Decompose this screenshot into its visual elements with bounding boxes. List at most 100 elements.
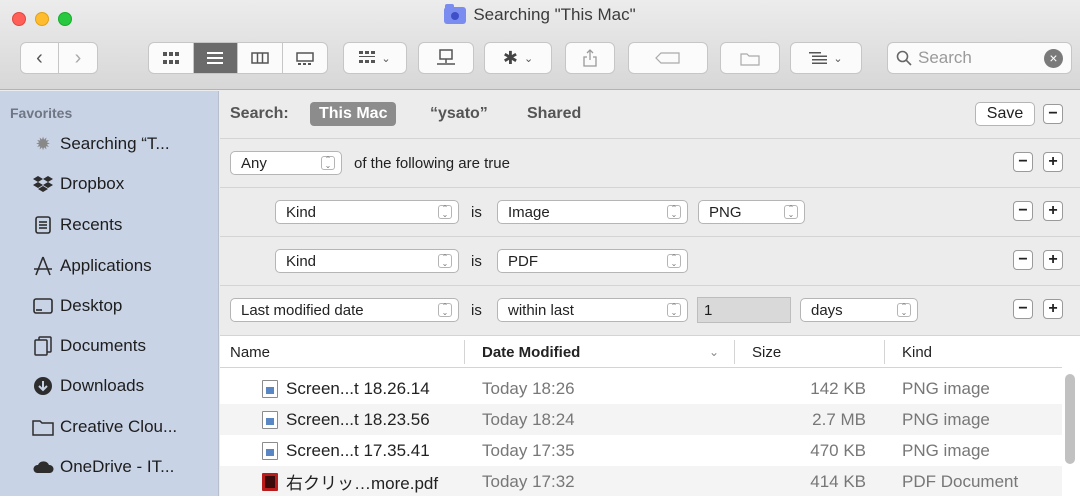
sidebar-item-onedrive[interactable]: OneDrive - IT... [32, 451, 174, 483]
search-input[interactable] [918, 48, 1036, 68]
file-name: Screen...t 17.35.41 [286, 440, 430, 460]
attribute-popup[interactable]: Last modified date ⌃ ⌄ [230, 298, 459, 322]
match-any-popup[interactable]: Any ⌃ ⌄ [230, 151, 342, 175]
remove-rule-button[interactable]: − [1013, 299, 1033, 319]
criteria-row-modified: Last modified date ⌃ ⌄ is within last ⌃ ⌄ … [220, 286, 1080, 336]
remove-search-button[interactable]: − [1043, 104, 1063, 124]
number-field[interactable]: 1 [697, 297, 791, 323]
column-view-button[interactable] [238, 43, 283, 73]
remove-rule-button[interactable]: − [1013, 250, 1033, 270]
downloads-icon [32, 375, 54, 397]
popup-arrows-icon: ⌃ ⌄ [667, 303, 681, 317]
group-button[interactable]: ⌄ [343, 42, 407, 74]
smart-folder-icon [444, 3, 467, 24]
add-rule-button[interactable]: + [1043, 299, 1063, 319]
kind-value: Image [508, 203, 550, 221]
save-button[interactable]: Save [975, 102, 1035, 126]
sidebar-item-downloads[interactable]: Downloads [32, 370, 144, 402]
sidebar: Favorites ✹ Searching “T... Dropbox Rece… [0, 91, 219, 496]
sidebar-item-applications[interactable]: Applications [32, 250, 152, 282]
column-header-size[interactable]: Size [752, 336, 781, 368]
tag-icon [655, 52, 680, 64]
cloud-icon [32, 456, 54, 478]
sidebar-item-desktop[interactable]: Desktop [32, 290, 122, 322]
scope-shared[interactable]: Shared [527, 105, 581, 123]
png-file-icon [262, 410, 278, 429]
remove-rule-button[interactable]: − [1013, 201, 1033, 221]
sidebar-item-searching[interactable]: ✹ Searching “T... [32, 128, 169, 160]
subkind-popup[interactable]: PNG ⌃ ⌄ [698, 200, 805, 224]
scope-user-folder[interactable]: “ysato” [430, 105, 488, 123]
popup-arrows-icon: ⌃ ⌄ [897, 303, 911, 317]
popup-arrows-icon: ⌃ ⌄ [321, 156, 335, 170]
sidebar-item-creative-cloud[interactable]: Creative Clou... [32, 411, 177, 443]
popup-arrows-icon: ⌃ ⌄ [667, 254, 681, 268]
png-file-icon [262, 441, 278, 460]
column-divider [464, 340, 465, 364]
chevron-left-icon: ‹ [36, 46, 43, 69]
popup-arrows-icon: ⌃ ⌄ [784, 205, 798, 219]
view-mode-control [148, 42, 328, 74]
table-row[interactable]: Screen...t 18.26.14 Today 18:26 142 KB P… [220, 373, 1062, 404]
forward-button[interactable]: › [59, 43, 97, 73]
file-name: Screen...t 18.23.56 [286, 409, 430, 429]
applications-icon [32, 255, 54, 277]
search-field[interactable]: × [887, 42, 1072, 74]
attribute-popup[interactable]: Kind ⌃ ⌄ [275, 200, 459, 224]
action-button[interactable]: ✱ ⌄ [484, 42, 552, 74]
connect-server-button[interactable] [418, 42, 474, 74]
scope-this-mac[interactable]: This Mac [310, 102, 397, 126]
new-folder-button[interactable] [720, 42, 780, 74]
navigation-control: ‹ › [20, 42, 98, 74]
search-icon [896, 50, 912, 66]
share-button[interactable] [565, 42, 615, 74]
sidebar-item-recents[interactable]: Recents [32, 209, 122, 241]
sidebar-header: Favorites [10, 105, 73, 121]
file-size: 414 KB [810, 471, 866, 491]
column-header-date[interactable]: Date Modified [482, 336, 580, 368]
gallery-view-button[interactable] [283, 43, 327, 73]
sidebar-item-label: Dropbox [60, 174, 125, 193]
file-size: 470 KB [810, 440, 866, 460]
column-header-kind[interactable]: Kind [902, 336, 932, 368]
arrange-button[interactable]: ⌄ [790, 42, 862, 74]
chevron-down-icon: ⌄ [523, 52, 534, 65]
table-row[interactable]: 右クリッ…more.pdf Today 17:32 414 KB PDF Doc… [220, 466, 1062, 496]
back-button[interactable]: ‹ [21, 43, 60, 73]
add-rule-button[interactable]: + [1043, 152, 1063, 172]
sidebar-item-documents[interactable]: Documents [32, 330, 146, 362]
sidebar-item-dropbox[interactable]: Dropbox [32, 168, 124, 200]
column-header-name[interactable]: Name [230, 336, 270, 368]
kind-value-popup[interactable]: Image ⌃ ⌄ [497, 200, 688, 224]
file-size: 142 KB [810, 378, 866, 398]
add-rule-button[interactable]: + [1043, 201, 1063, 221]
is-text: is [471, 253, 482, 270]
attribute-value: Kind [286, 252, 317, 270]
table-row[interactable]: Screen...t 18.23.56 Today 18:24 2.7 MB P… [220, 404, 1062, 435]
vertical-scrollbar[interactable] [1065, 374, 1075, 464]
clear-search-icon[interactable]: × [1044, 48, 1063, 68]
file-date: Today 18:26 [482, 378, 575, 398]
unit-popup[interactable]: days ⌃ ⌄ [800, 298, 918, 322]
attribute-value: Kind [286, 203, 317, 221]
sidebar-item-label: OneDrive - IT... [60, 457, 175, 476]
tags-button[interactable] [628, 42, 708, 74]
gear-icon: ✹ [35, 133, 51, 154]
number-value: 1 [704, 301, 713, 319]
list-view-button[interactable] [193, 43, 238, 73]
is-text: is [471, 204, 482, 221]
icon-view-button[interactable] [149, 43, 194, 73]
operator-popup[interactable]: within last ⌃ ⌄ [497, 298, 688, 322]
table-row[interactable]: Screen...t 17.35.41 Today 17:35 470 KB P… [220, 435, 1062, 466]
remove-rule-button[interactable]: − [1013, 152, 1033, 172]
file-size: 2.7 MB [812, 409, 866, 429]
share-icon [583, 49, 597, 67]
is-text: is [471, 302, 482, 319]
arrange-icon [809, 52, 828, 64]
add-rule-button[interactable]: + [1043, 250, 1063, 270]
kind-value-popup[interactable]: PDF ⌃ ⌄ [497, 249, 688, 273]
sidebar-item-label: Desktop [60, 296, 123, 315]
subkind-value: PNG [709, 203, 742, 221]
criteria-row-kind-image: Kind ⌃ ⌄ is Image ⌃ ⌄ PNG ⌃ ⌄ − + [220, 188, 1080, 237]
attribute-popup[interactable]: Kind ⌃ ⌄ [275, 249, 459, 273]
